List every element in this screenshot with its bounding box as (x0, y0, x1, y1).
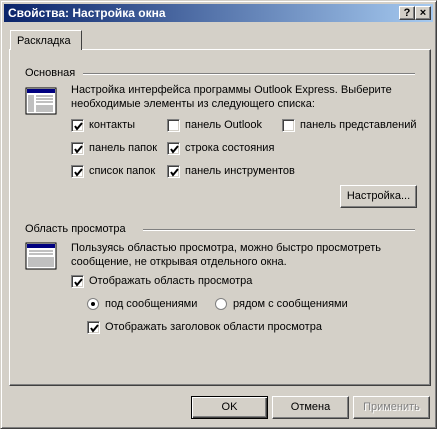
title-bar[interactable]: Свойства: Настройка окна ? × (4, 4, 433, 22)
radio-unselected-icon (215, 298, 227, 310)
checkmark-icon (90, 324, 99, 333)
checkbox-label: Отображать заголовок области просмотра (105, 321, 322, 333)
checkbox-label: панель папок (89, 142, 158, 154)
checkmark-icon (74, 122, 83, 131)
preview-group-divider (143, 229, 415, 231)
customize-button[interactable]: Настройка... (340, 185, 417, 208)
checkbox-label: строка состояния (185, 142, 275, 154)
preview-description: Пользуясь областью просмотра, можно быст… (71, 242, 382, 268)
checkmark-icon (74, 278, 83, 287)
checkbox-label: панель представлений (300, 119, 417, 131)
checkbox-label: Отображать область просмотра (89, 275, 253, 287)
tab-label: Раскладка (17, 35, 71, 47)
help-button[interactable]: ? (399, 6, 415, 20)
checkmark-icon (170, 145, 179, 154)
properties-dialog: Свойства: Настройка окна ? × Раскладка О… (0, 0, 437, 429)
preview-pane-icon (25, 242, 57, 270)
checkmark-icon (74, 168, 83, 177)
checkbox-label: контакты (89, 119, 136, 131)
basic-group-title: Основная (25, 67, 76, 79)
checkbox-label: панель Outlook (185, 119, 263, 131)
checkbox-label: панель инструментов (185, 165, 295, 177)
radio-label: рядом с сообщениями (233, 298, 348, 310)
window-layout-icon (25, 87, 57, 115)
window-title: Свойства: Настройка окна (8, 6, 166, 20)
checkmark-icon (74, 145, 83, 154)
basic-description: Настройка интерфейса программы Outlook E… (71, 84, 392, 110)
checkmark-icon (170, 168, 179, 177)
cancel-button[interactable]: Отмена (272, 396, 349, 419)
tab-layout[interactable]: Раскладка (10, 30, 82, 50)
question-icon: ? (403, 7, 411, 19)
preview-group-title: Область просмотра (25, 223, 126, 235)
close-icon: × (419, 7, 427, 19)
close-button[interactable]: × (415, 6, 431, 20)
radio-label: под сообщениями (105, 298, 198, 310)
ok-button[interactable]: OK (191, 396, 268, 419)
apply-button[interactable]: Применить (353, 396, 430, 419)
checkbox-label: список папок (89, 165, 156, 177)
radio-selected-icon (87, 298, 99, 310)
basic-group-divider (83, 73, 415, 75)
